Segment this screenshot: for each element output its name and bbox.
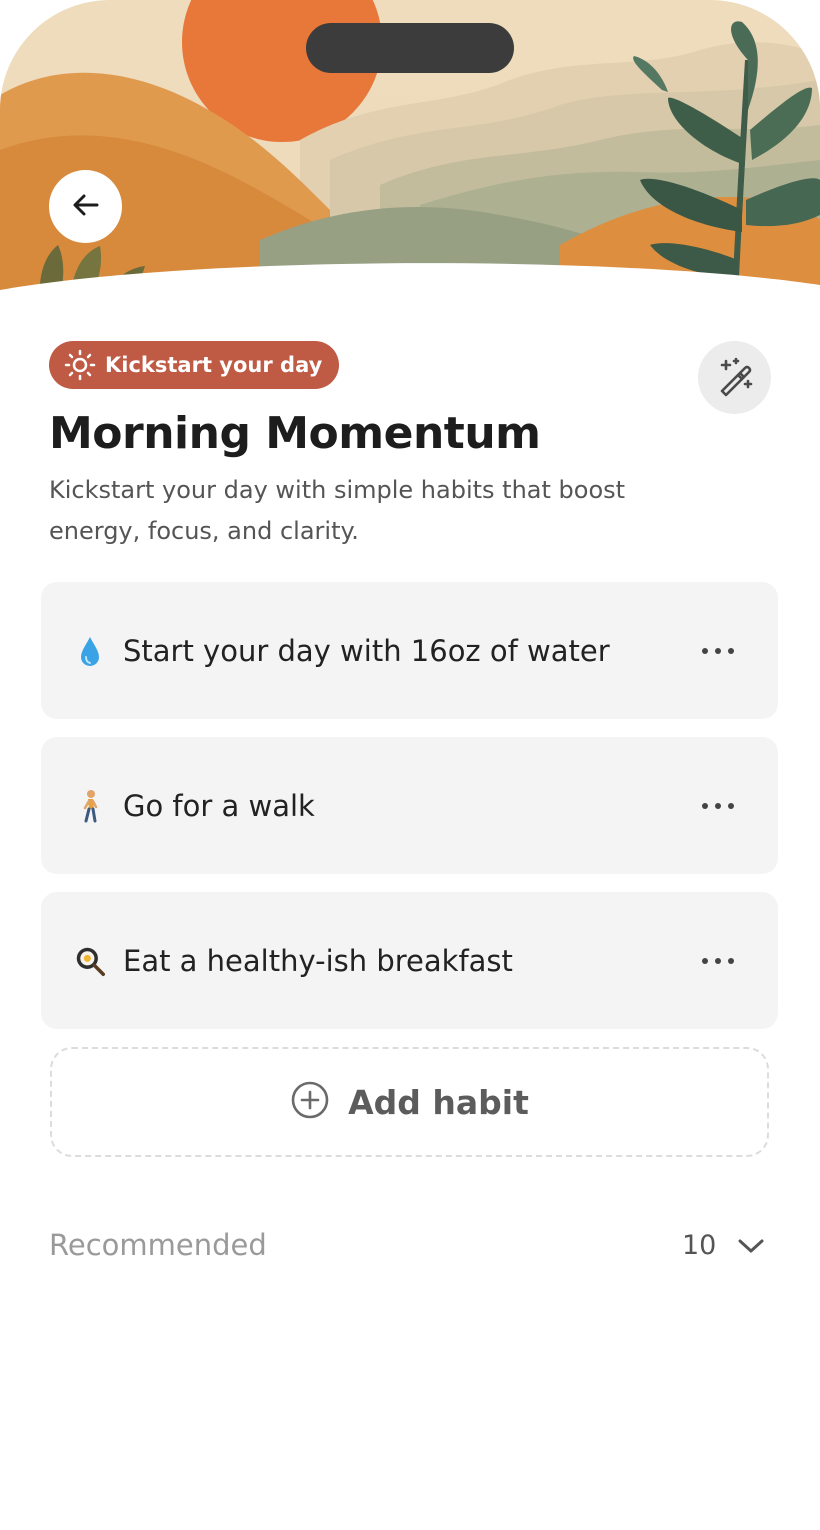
recommended-count: 10 [682,1230,717,1261]
habit-label: Go for a walk [123,788,315,823]
sun-icon [63,348,97,382]
frying-pan-egg-icon [75,941,105,981]
add-habit-label: Add habit [348,1082,529,1122]
more-horizontal-icon[interactable] [698,946,738,976]
plus-circle-icon [290,1080,330,1124]
page-description: Kickstart your day with simple habits th… [49,476,626,545]
water-droplet-icon [75,631,105,671]
category-tag: Kickstart your day [49,341,340,389]
page-title: Morning Momentum [49,408,541,459]
screen: Kickstart your day Morning Momentum Kick… [0,0,820,1530]
chevron-down-icon[interactable] [733,1230,769,1262]
arrow-left-icon [70,189,102,225]
magic-wand-icon [714,355,756,401]
add-habit-button[interactable]: Add habit [50,1047,769,1157]
more-horizontal-icon[interactable] [698,636,738,666]
more-horizontal-icon[interactable] [698,791,738,821]
habit-card[interactable]: Start your day with 16oz of water [41,582,778,719]
person-walking-icon [75,786,105,826]
dynamic-island [306,23,514,73]
habit-card[interactable]: Go for a walk [41,737,778,874]
habit-label: Eat a healthy-ish breakfast [123,943,513,978]
back-button[interactable] [49,170,122,243]
recommended-label: Recommended [49,1228,267,1262]
habit-card[interactable]: Eat a healthy-ish breakfast [41,892,778,1029]
magic-edit-button[interactable] [698,341,771,414]
habit-label: Start your day with 16oz of water [123,633,610,668]
category-tag-label: Kickstart your day [105,353,323,377]
